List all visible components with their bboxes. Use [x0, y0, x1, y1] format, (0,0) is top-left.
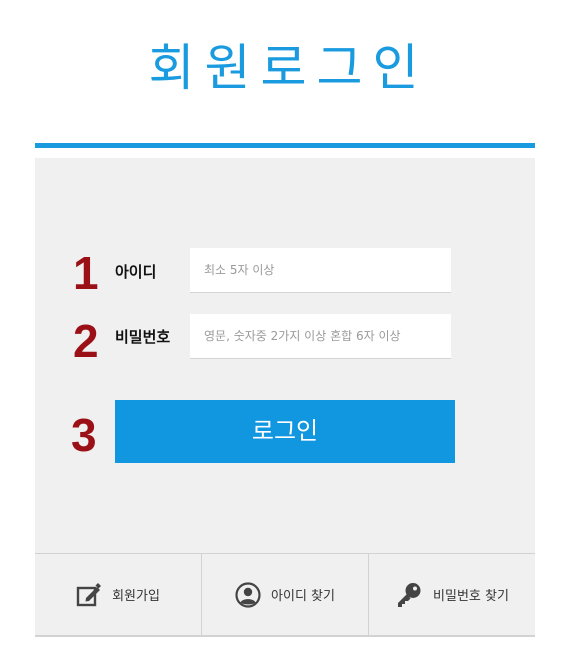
step-number-1: 1 — [73, 247, 99, 299]
signup-link[interactable]: 회원가입 — [35, 554, 201, 635]
login-button[interactable]: 로그인 — [115, 400, 455, 463]
password-label: 비밀번호 — [115, 328, 171, 346]
footer-links: 회원가입 아이디 찾기 비밀번호 찾기 — [35, 553, 535, 637]
find-id-link[interactable]: 아이디 찾기 — [201, 554, 368, 635]
find-password-link[interactable]: 비밀번호 찾기 — [368, 554, 535, 635]
edit-icon — [76, 582, 102, 608]
user-icon — [235, 581, 261, 608]
page-title: 회원로그인 — [148, 39, 429, 97]
password-input[interactable] — [190, 314, 451, 359]
step-number-2: 2 — [73, 315, 99, 367]
id-label: 아이디 — [115, 263, 157, 281]
find-id-label: 아이디 찾기 — [271, 589, 335, 604]
key-icon — [395, 581, 423, 609]
signup-label: 회원가입 — [112, 589, 160, 604]
find-password-label: 비밀번호 찾기 — [433, 589, 509, 604]
step-number-3: 3 — [71, 409, 97, 461]
title-divider — [35, 143, 535, 148]
id-input[interactable] — [190, 248, 451, 293]
